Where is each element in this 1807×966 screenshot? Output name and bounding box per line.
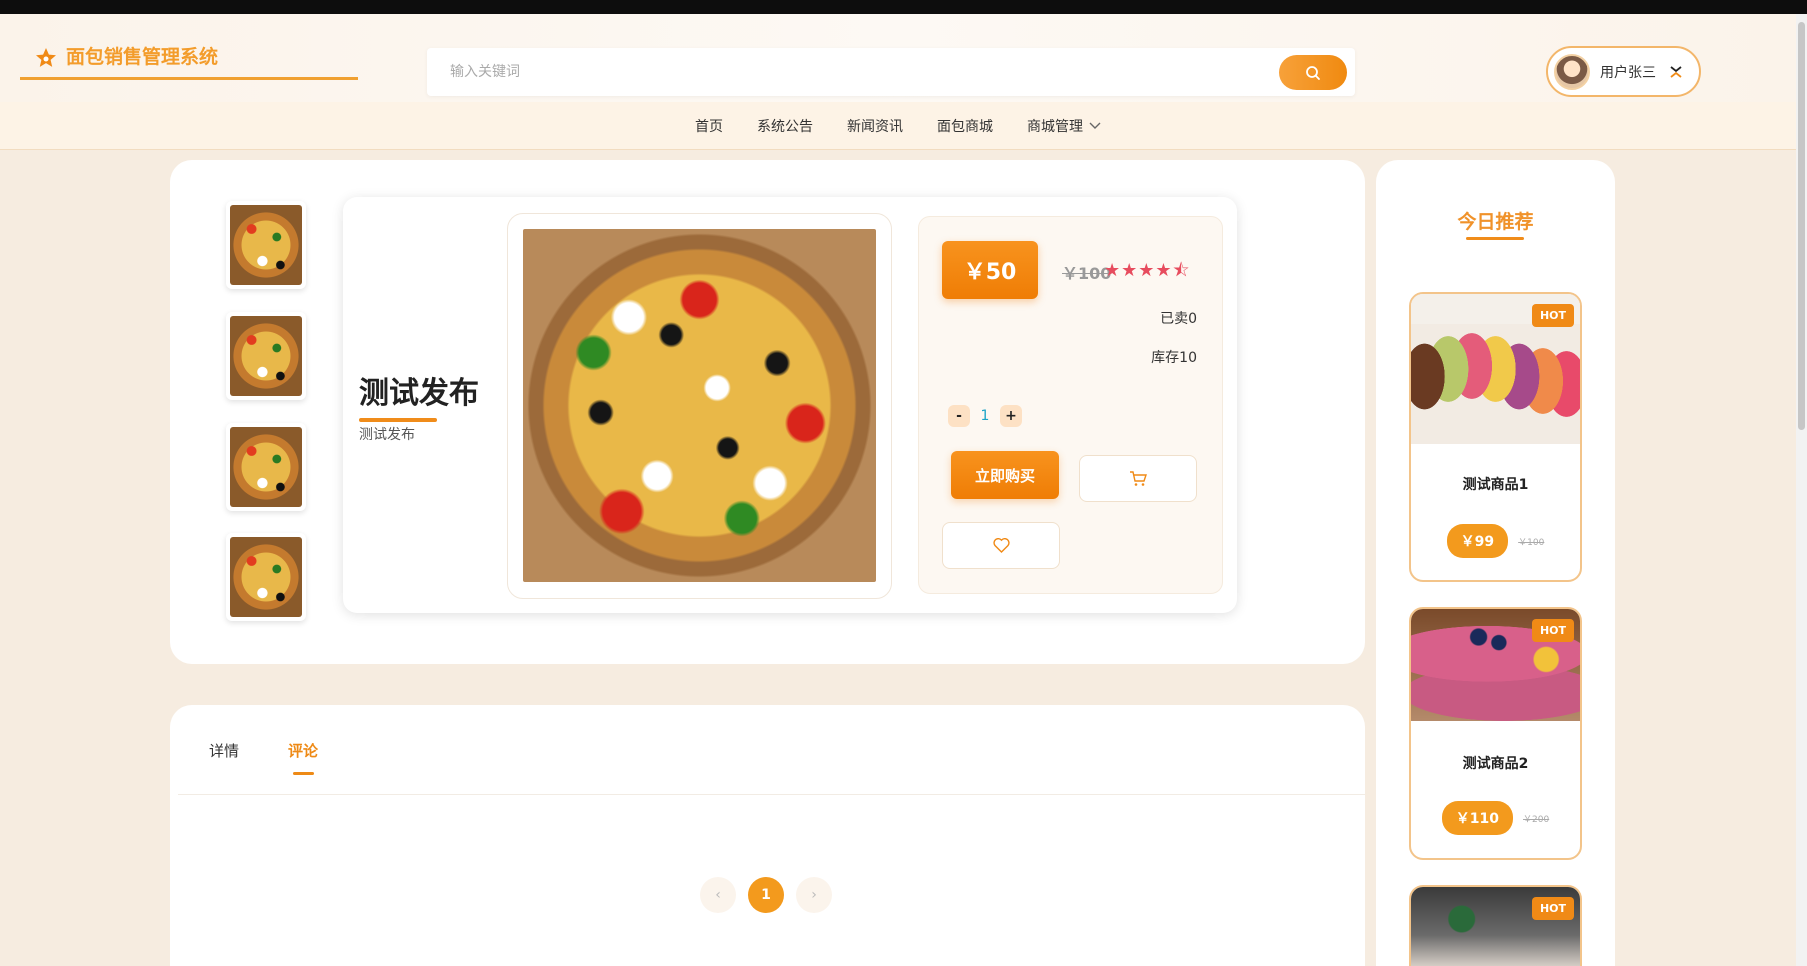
product-subtitle: 测试发布 — [359, 427, 415, 443]
active-tab-indicator — [293, 772, 314, 775]
recommend-product-prices: ￥99 ￥100 — [1411, 524, 1580, 558]
sold-count: 已卖0 — [1160, 311, 1197, 327]
title-underline — [359, 418, 437, 422]
buy-now-button[interactable]: 立即购买 — [951, 451, 1059, 499]
quantity-increase-button[interactable]: + — [1000, 405, 1022, 427]
product-thumbnail-2[interactable] — [226, 312, 306, 400]
recommend-product-price: ￥99 — [1446, 524, 1509, 558]
nav-item-bread-shop[interactable]: 面包商城 — [937, 116, 993, 136]
product-image-eclair: HOT — [1411, 609, 1580, 721]
tab-bar — [178, 705, 1365, 795]
product-thumbnail-1[interactable] — [226, 201, 306, 289]
search-button[interactable] — [1279, 55, 1347, 90]
pizza-thumbnail-image — [230, 537, 302, 617]
nav-item-news[interactable]: 新闻资讯 — [847, 116, 903, 136]
chevron-down-icon — [1089, 122, 1101, 129]
quantity-decrease-button[interactable]: - — [948, 405, 970, 427]
recommend-product-name: 测试商品1 — [1462, 477, 1529, 493]
tab-comment[interactable]: 评论 — [288, 740, 318, 761]
product-main-image — [523, 229, 876, 582]
site-header: 面包销售管理系统 用户张三 — [0, 14, 1796, 102]
recommend-title: 今日推荐 — [1457, 211, 1534, 233]
recommend-product-name: 测试商品2 — [1462, 756, 1529, 772]
recommend-product-3[interactable]: HOT — [1409, 885, 1582, 966]
browser-top-bar — [0, 0, 1807, 14]
main-nav: 首页 系统公告 新闻资讯 面包商城 商城管理 — [0, 102, 1796, 150]
product-image-cake: HOT — [1411, 887, 1580, 966]
quantity-value[interactable]: 1 — [970, 408, 1000, 424]
cart-icon — [1130, 470, 1147, 486]
pagination: ‹ 1 › — [700, 877, 832, 913]
heart-icon — [992, 538, 1010, 553]
logo[interactable]: 面包销售管理系统 — [20, 44, 358, 80]
product-image-macarons: HOT — [1411, 294, 1580, 444]
favorite-button[interactable] — [942, 522, 1060, 569]
add-to-cart-button[interactable] — [1079, 455, 1197, 502]
nav-item-shop-management-label: 商城管理 — [1027, 118, 1083, 135]
collapse-icon — [1670, 65, 1682, 78]
buy-now-label: 立即购买 — [974, 466, 1035, 485]
nav-item-announcements[interactable]: 系统公告 — [757, 116, 813, 136]
quantity-stepper: - 1 + — [948, 405, 1022, 427]
pizza-thumbnail-image — [230, 205, 302, 285]
next-page-button[interactable]: › — [796, 877, 832, 913]
stock-count: 库存10 — [1151, 350, 1197, 366]
hot-badge: HOT — [1531, 304, 1574, 327]
hot-badge: HOT — [1531, 619, 1574, 642]
recommend-product-old-price: ￥200 — [1523, 814, 1550, 825]
product-thumbnail-4[interactable] — [226, 533, 306, 621]
scrollbar-thumb[interactable] — [1798, 22, 1805, 430]
page-number-current[interactable]: 1 — [748, 877, 784, 913]
recommend-product-price: ￥110 — [1441, 801, 1514, 835]
prev-page-button[interactable]: ‹ — [700, 877, 736, 913]
recommend-product-old-price: ￥100 — [1518, 537, 1545, 548]
product-title: 测试发布 — [359, 376, 479, 411]
search-input[interactable] — [427, 48, 1267, 96]
logo-text: 面包销售管理系统 — [66, 46, 219, 68]
star-logo-icon — [36, 48, 56, 67]
recommend-product-prices: ￥110 ￥200 — [1411, 801, 1580, 835]
user-name: 用户张三 — [1600, 64, 1656, 81]
search-icon — [1306, 65, 1320, 80]
recommend-title-underline — [1466, 237, 1524, 240]
current-price: ￥50 — [942, 241, 1038, 299]
search-bar — [427, 48, 1355, 96]
hot-badge: HOT — [1531, 897, 1574, 920]
nav-item-shop-management[interactable]: 商城管理 — [1027, 116, 1101, 136]
recommend-product-2[interactable]: HOT 测试商品2 ￥110 ￥200 — [1409, 607, 1582, 860]
user-menu-button[interactable]: 用户张三 — [1546, 46, 1701, 97]
recommend-product-1[interactable]: HOT 测试商品1 ￥99 ￥100 — [1409, 292, 1582, 582]
pizza-thumbnail-image — [230, 427, 302, 507]
product-thumbnail-3[interactable] — [226, 423, 306, 511]
tab-detail[interactable]: 详情 — [209, 740, 239, 761]
nav-item-home[interactable]: 首页 — [695, 116, 723, 136]
rating-stars: ★★★★⯪ — [1104, 260, 1191, 281]
pizza-thumbnail-image — [230, 316, 302, 396]
avatar — [1554, 53, 1590, 90]
